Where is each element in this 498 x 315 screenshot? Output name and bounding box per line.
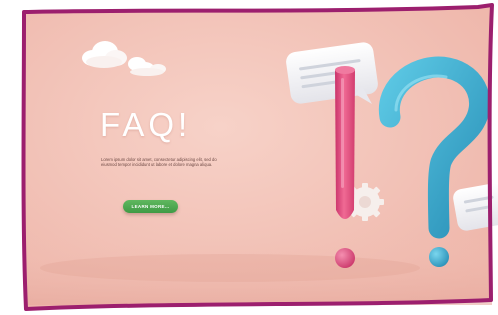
learn-more-button[interactable]: LEARN MORE... xyxy=(123,200,178,213)
faq-banner-stage: FAQ! Lorem ipsum dolor sit amet, consect… xyxy=(0,0,498,315)
body-text: Lorem ipsum dolor sit amet, consectetur … xyxy=(101,157,217,168)
banner-illustration xyxy=(21,3,498,311)
page-title: FAQ! xyxy=(100,106,192,143)
